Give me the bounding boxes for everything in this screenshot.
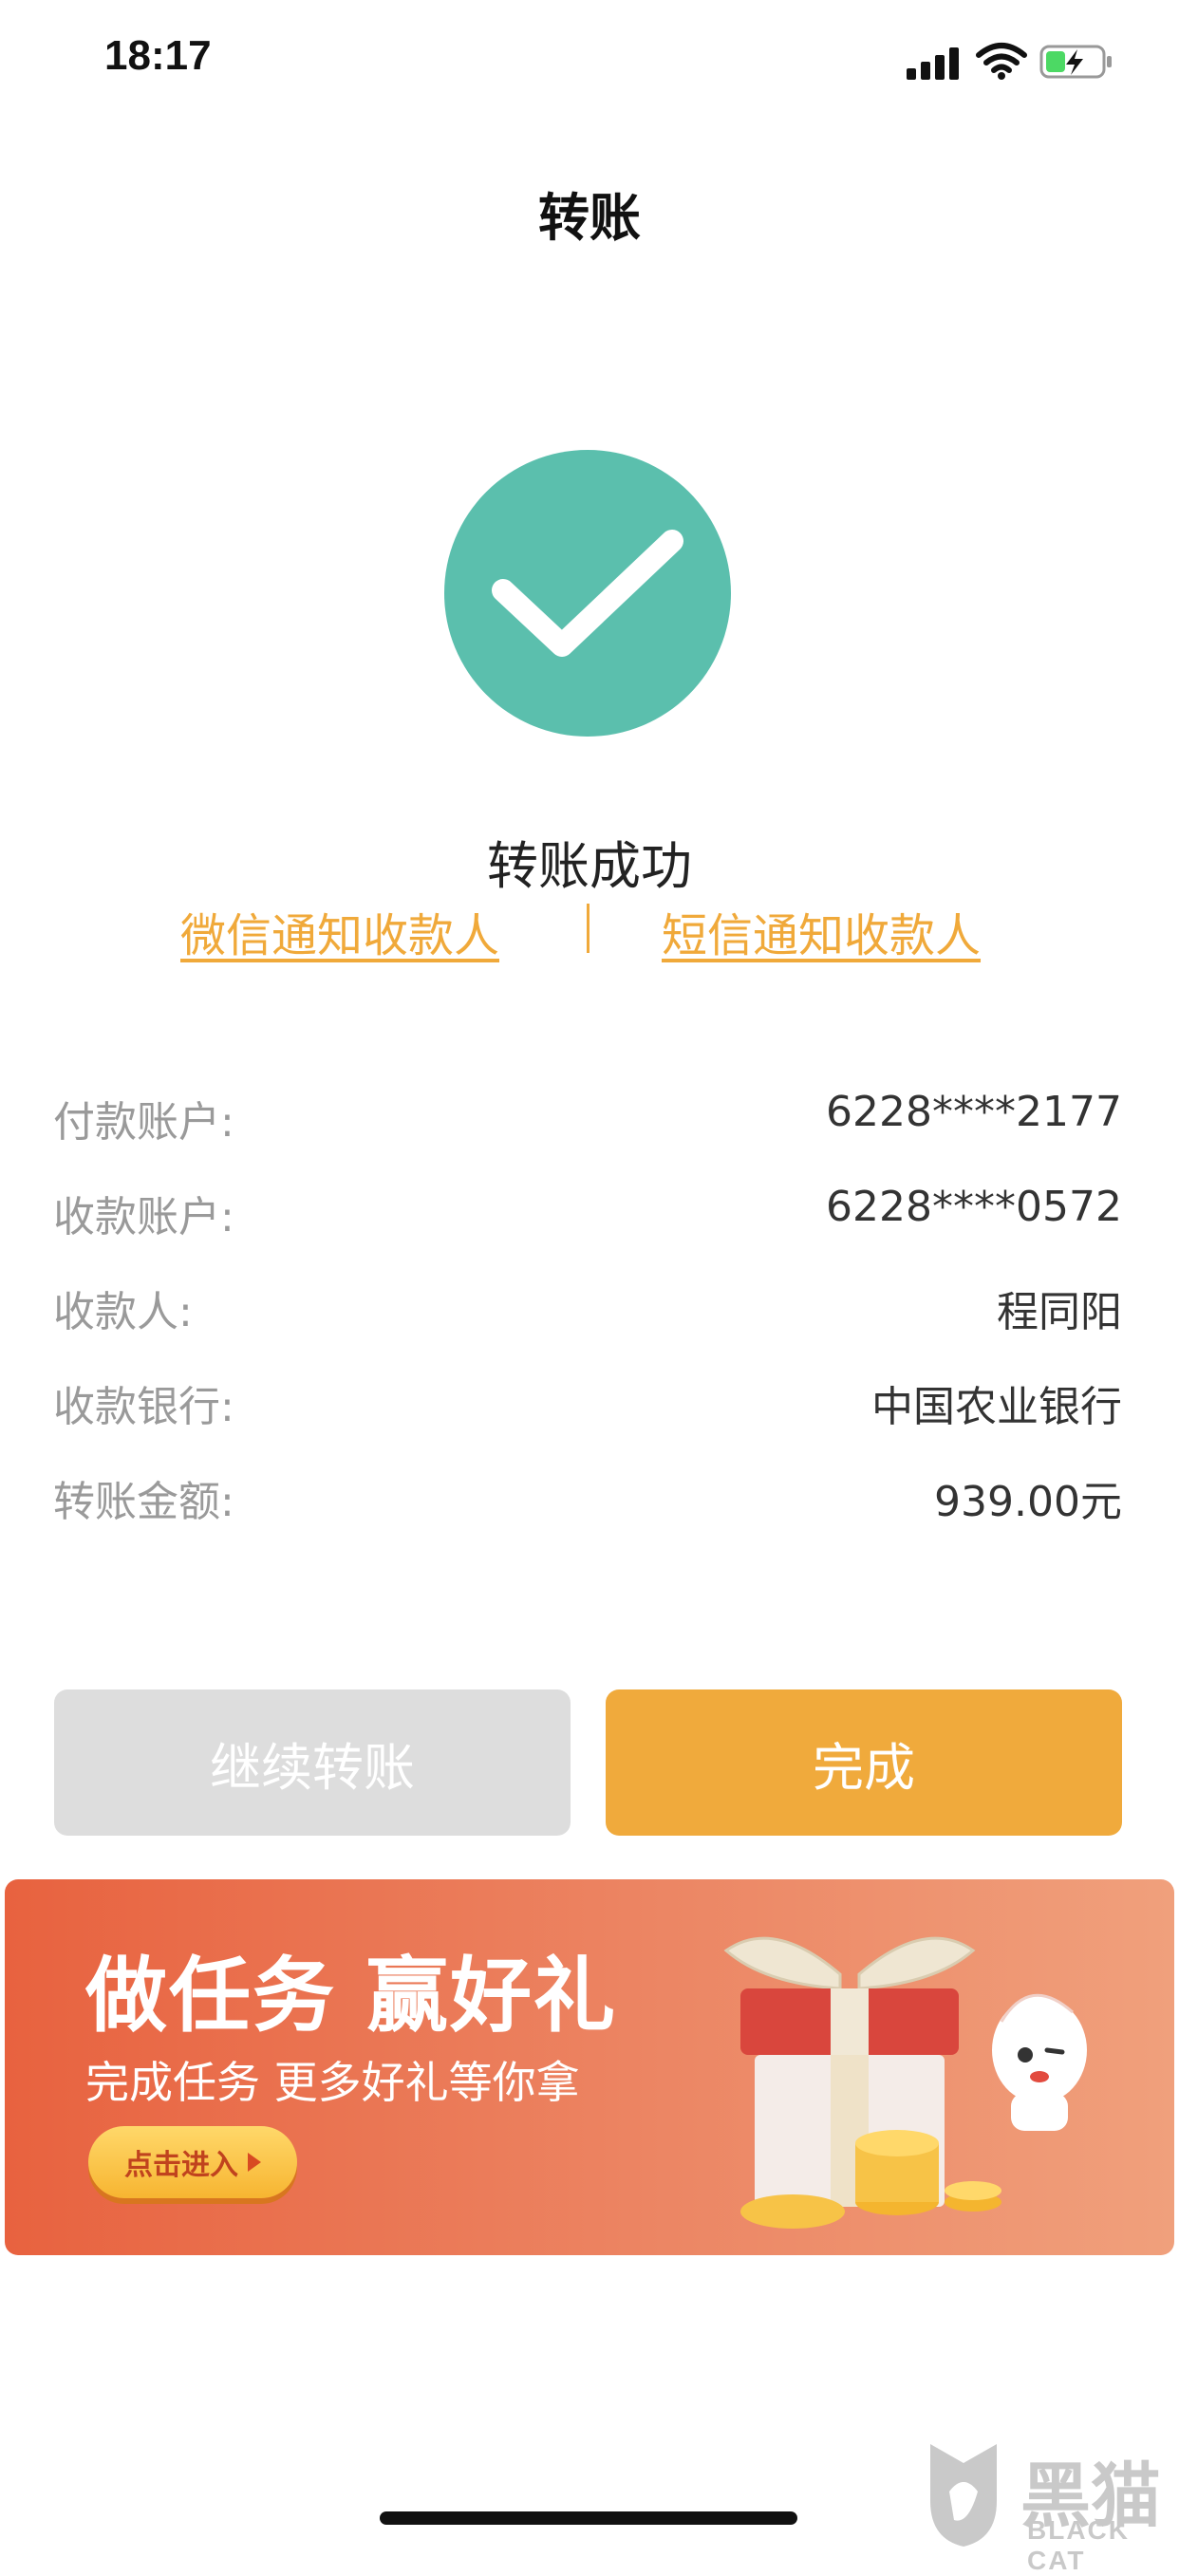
play-arrow-icon [248,2153,261,2172]
detail-label: 转账金额: [53,1478,234,1526]
notify-divider [587,904,590,953]
banner-title: 做任务 赢好礼 [85,1949,617,2044]
detail-row-payee-name: 收款人: 程同阳 [53,1278,1122,1344]
battery-charging-icon [1039,45,1112,79]
signal-icon [907,47,959,80]
banner-enter-label: 点击进入 [124,2149,238,2182]
detail-row-payee-account: 收款账户: 6228****0572 [53,1183,1122,1249]
status-time: 18:17 [104,32,212,79]
detail-row-payer-account: 付款账户: 6228****2177 [53,1088,1122,1154]
banner-subtitle: 完成任务 更多好礼等你拿 [85,2057,580,2108]
detail-row-amount: 转账金额: 939.00元 [53,1467,1122,1534]
detail-value: 6228****2177 [826,1088,1122,1136]
notify-links: 微信通知收款人 短信通知收款人 [0,898,1179,964]
wechat-notify-link[interactable]: 微信通知收款人 [180,898,499,964]
detail-label: 收款人: [53,1288,193,1336]
banner-enter-button[interactable]: 点击进入 [88,2126,297,2198]
page-title: 转账 [538,188,641,248]
continue-transfer-button[interactable]: 继续转账 [54,1689,571,1836]
detail-row-payee-bank: 收款银行: 中国农业银行 [53,1372,1122,1439]
detail-label: 收款账户: [53,1193,234,1241]
wifi-icon [976,43,1027,80]
sms-notify-link[interactable]: 短信通知收款人 [662,898,981,964]
promo-banner[interactable]: 做任务 赢好礼 完成任务 更多好礼等你拿 点击进入 [5,1879,1174,2255]
done-button[interactable]: 完成 [606,1689,1122,1836]
success-message: 转账成功 [487,836,692,896]
detail-value: 中国农业银行 [871,1383,1122,1431]
home-indicator[interactable] [380,2511,797,2525]
gift-box-icon [723,1936,1087,2229]
detail-label: 收款银行: [53,1383,234,1431]
detail-value: 939.00元 [934,1478,1122,1526]
detail-value: 6228****0572 [826,1183,1122,1231]
check-circle-icon [444,450,731,737]
detail-value: 程同阳 [997,1288,1122,1336]
detail-label: 付款账户: [53,1098,234,1147]
watermark-text-en: BLACK CAT [1027,2515,1130,2575]
